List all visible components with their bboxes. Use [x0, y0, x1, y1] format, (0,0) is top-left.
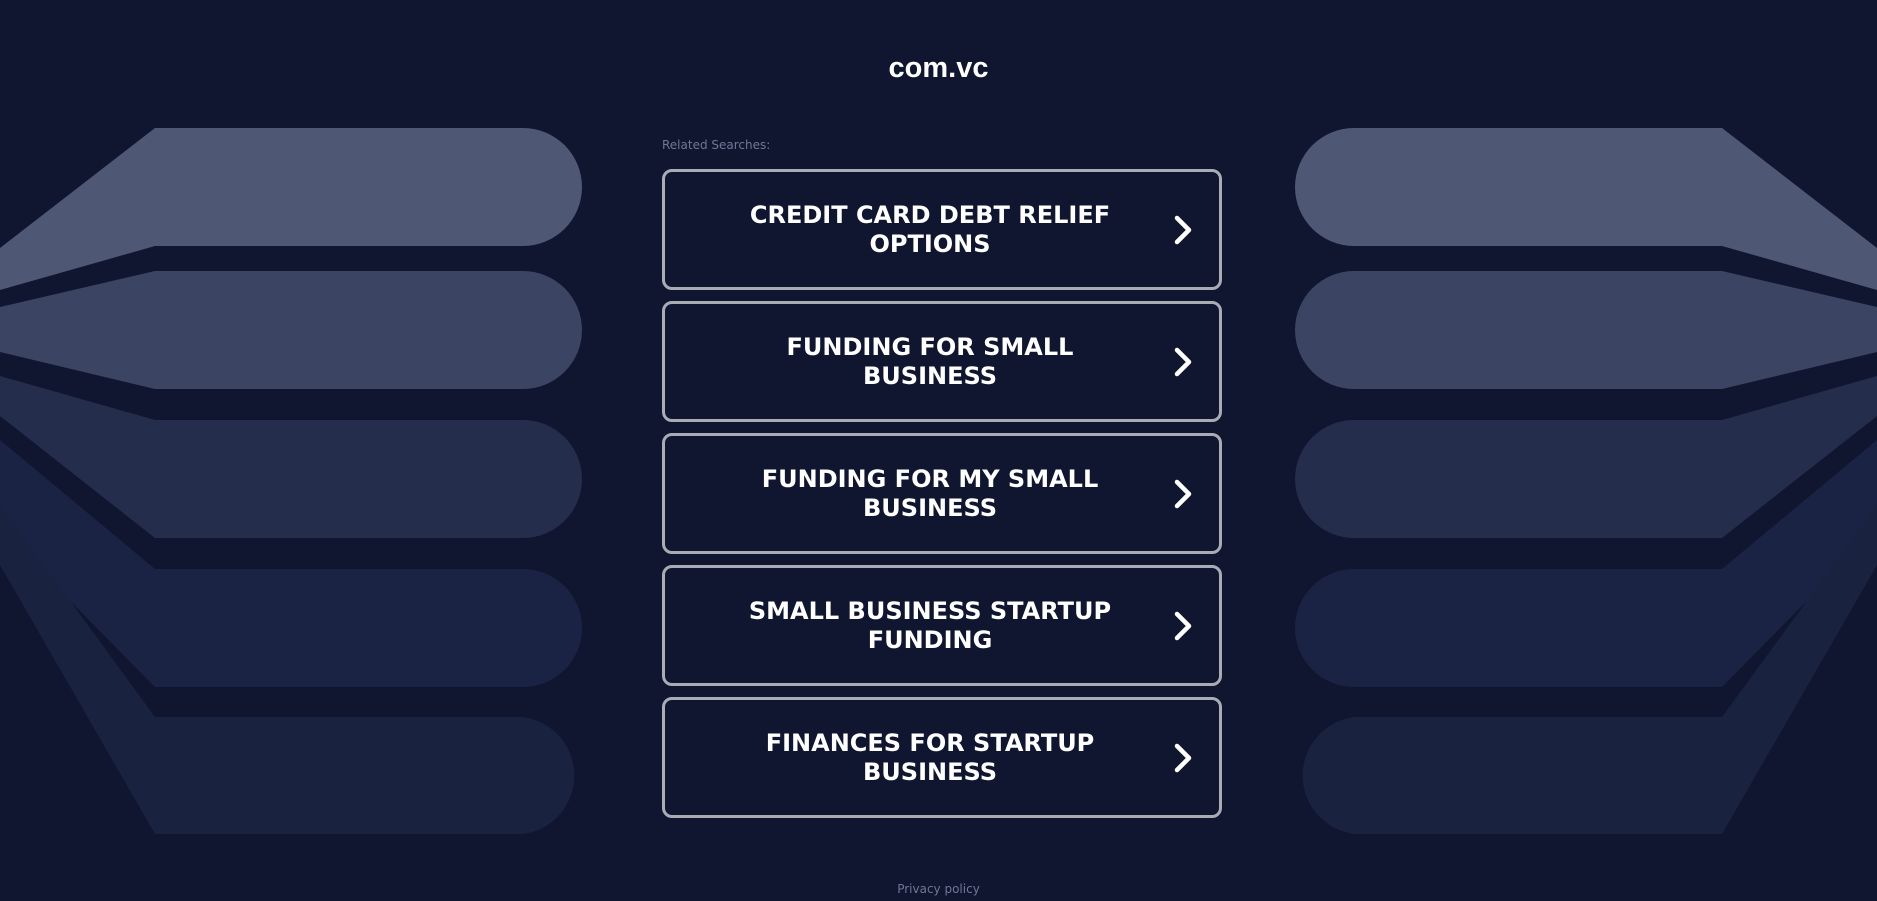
related-search-label: SMALL BUSINESS STARTUP FUNDING — [748, 596, 1112, 654]
chevron-right-icon — [1174, 743, 1192, 772]
chevron-right-icon — [1174, 479, 1192, 508]
page: com.vc Related Searches: CREDIT CARD DEB… — [0, 0, 1877, 901]
related-search-link[interactable]: FUNDING FOR MY SMALL BUSINESS — [662, 433, 1222, 554]
privacy-policy-link[interactable]: Privacy policy — [897, 882, 980, 896]
related-searches-list: CREDIT CARD DEBT RELIEF OPTIONS FUNDING … — [662, 169, 1222, 829]
chevron-right-icon — [1174, 347, 1192, 376]
related-searches-label: Related Searches: — [662, 138, 771, 152]
related-search-link[interactable]: SMALL BUSINESS STARTUP FUNDING — [662, 565, 1222, 686]
left-stripes — [0, 128, 582, 834]
domain-title: com.vc — [888, 52, 989, 84]
footer: Privacy policy — [0, 882, 1877, 896]
related-search-label: FINANCES FOR STARTUP BUSINESS — [765, 728, 1095, 786]
related-search-link[interactable]: FINANCES FOR STARTUP BUSINESS — [662, 697, 1222, 818]
right-stripes — [1295, 128, 1877, 834]
chevron-right-icon — [1174, 611, 1192, 640]
related-search-link[interactable]: FUNDING FOR SMALL BUSINESS — [662, 301, 1222, 422]
related-search-label: FUNDING FOR SMALL BUSINESS — [786, 332, 1074, 390]
chevron-right-icon — [1174, 215, 1192, 244]
related-search-label: FUNDING FOR MY SMALL BUSINESS — [761, 464, 1099, 522]
related-search-label: CREDIT CARD DEBT RELIEF OPTIONS — [749, 200, 1111, 258]
related-search-link[interactable]: CREDIT CARD DEBT RELIEF OPTIONS — [662, 169, 1222, 290]
